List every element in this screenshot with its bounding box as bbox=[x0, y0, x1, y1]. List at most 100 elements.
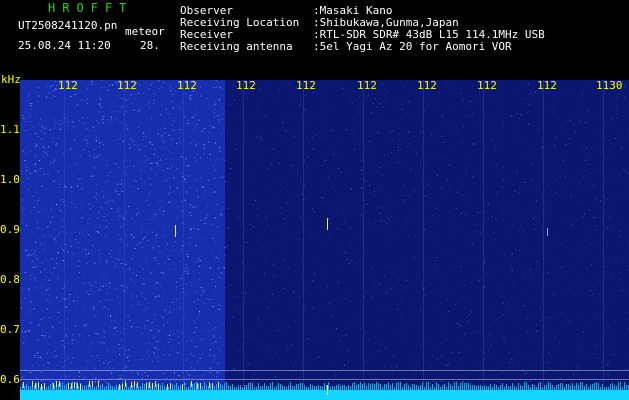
noise-floor-spike bbox=[508, 386, 509, 390]
noise-floor-spike bbox=[174, 385, 175, 390]
noise-floor-spike bbox=[432, 384, 433, 390]
noise-floor-spike bbox=[554, 387, 555, 390]
noise-floor-spike bbox=[544, 385, 545, 390]
noise-floor-spike bbox=[442, 385, 443, 390]
noise-floor-spike bbox=[580, 382, 581, 390]
noise-floor-spike bbox=[126, 383, 127, 390]
noise-floor-spike bbox=[520, 385, 521, 390]
noise-floor-spike bbox=[360, 382, 361, 390]
noise-floor-spike bbox=[486, 386, 487, 390]
noise-floor-spike bbox=[334, 386, 335, 390]
noise-floor-spike bbox=[456, 382, 457, 390]
noise-floor-spike bbox=[288, 385, 289, 390]
noise-floor-spike bbox=[444, 384, 445, 390]
noise-floor-spike bbox=[556, 385, 557, 390]
noise-floor-spike bbox=[352, 383, 353, 390]
noise-floor-spike bbox=[112, 386, 113, 390]
noise-floor-spike bbox=[120, 385, 121, 390]
noise-floor-spike bbox=[150, 386, 151, 390]
noise-floor-spike bbox=[434, 387, 435, 390]
floor-marker bbox=[41, 384, 42, 390]
noise-floor-spike bbox=[370, 384, 371, 390]
noise-floor-spike bbox=[306, 387, 307, 390]
noise-floor-spike bbox=[460, 383, 461, 390]
noise-floor-spike bbox=[546, 385, 547, 390]
floor-marker bbox=[131, 382, 132, 388]
noise-floor-spike bbox=[494, 384, 495, 390]
noise-floor-spike bbox=[230, 386, 231, 390]
noise-floor-spike bbox=[64, 385, 65, 390]
noise-floor-spike bbox=[292, 386, 293, 390]
noise-floor-spike bbox=[570, 385, 571, 390]
noise-floor-spike bbox=[260, 386, 261, 390]
floor-marker bbox=[218, 382, 219, 388]
noise-floor-spike bbox=[480, 385, 481, 390]
noise-floor-spike bbox=[384, 384, 385, 390]
noise-floor-spike bbox=[344, 385, 345, 390]
noise-floor-spike bbox=[454, 382, 455, 390]
noise-floor-spike bbox=[102, 384, 103, 390]
noise-floor-spike bbox=[414, 384, 415, 390]
noise-floor-spike bbox=[472, 385, 473, 390]
y-tick-label: 1.1 bbox=[0, 123, 20, 136]
floor-marker bbox=[92, 381, 93, 387]
floor-marker bbox=[158, 384, 159, 390]
noise-floor-spike bbox=[282, 385, 283, 390]
floor-marker bbox=[35, 383, 36, 389]
noise-floor-spike bbox=[106, 386, 107, 390]
noise-floor-spike bbox=[390, 385, 391, 390]
noise-floor-spike bbox=[26, 384, 27, 390]
noise-floor-spike bbox=[268, 386, 269, 390]
noise-floor-spike bbox=[550, 383, 551, 390]
noise-floor-spike bbox=[510, 386, 511, 390]
count: 28. bbox=[140, 39, 160, 52]
noise-floor-spike bbox=[196, 382, 197, 390]
noise-floor-spike bbox=[178, 387, 179, 390]
noise-floor-spike bbox=[366, 386, 367, 390]
noise-floor-spike bbox=[322, 386, 323, 390]
noise-floor-band bbox=[20, 390, 629, 400]
noise-floor-spike bbox=[154, 386, 155, 390]
noise-floor-spike bbox=[314, 386, 315, 390]
noise-floor-spike bbox=[320, 386, 321, 390]
vertical-streak bbox=[363, 80, 364, 385]
floor-marker bbox=[119, 384, 120, 390]
noise-floor-spike bbox=[490, 384, 491, 390]
noise-floor-spike bbox=[396, 383, 397, 390]
noise-floor-spike bbox=[234, 387, 235, 390]
vertical-streak bbox=[183, 80, 184, 385]
x-tick-label: 112 bbox=[477, 79, 497, 92]
noise-floor-spike bbox=[266, 386, 267, 390]
noise-floor-spike bbox=[304, 385, 305, 390]
floor-marker bbox=[59, 381, 60, 387]
antenna-label: Receiving antenna bbox=[180, 40, 293, 53]
noise-floor-spike bbox=[86, 385, 87, 390]
noise-floor-spike bbox=[392, 383, 393, 390]
noise-floor-spike bbox=[356, 385, 357, 390]
noise-floor-spike bbox=[368, 383, 369, 390]
vertical-streak bbox=[483, 80, 484, 385]
noise-floor-spike bbox=[32, 387, 33, 390]
x-tick-label: 112 bbox=[58, 79, 78, 92]
noise-floor-spike bbox=[208, 386, 209, 390]
noise-floor-spike bbox=[316, 386, 317, 390]
noise-floor-spike bbox=[372, 383, 373, 390]
noise-floor-spike bbox=[340, 386, 341, 390]
noise-floor-spike bbox=[364, 383, 365, 390]
noise-floor-spike bbox=[84, 386, 85, 390]
noise-floor-spike bbox=[214, 386, 215, 390]
signal-ping bbox=[327, 218, 328, 230]
noise-floor-spike bbox=[188, 387, 189, 390]
noise-floor-spike bbox=[82, 385, 83, 390]
y-tick-label: 0.6 bbox=[0, 373, 20, 386]
noise-floor-spike bbox=[270, 383, 271, 390]
noise-floor-spike bbox=[408, 385, 409, 390]
noise-floor-spike bbox=[278, 383, 279, 390]
noise-floor-spike bbox=[498, 387, 499, 390]
noise-floor-spike bbox=[412, 384, 413, 390]
noise-floor-spike bbox=[536, 387, 537, 390]
noise-floor-spike bbox=[488, 386, 489, 390]
noise-floor-spike bbox=[250, 382, 251, 390]
y-axis-unit: kHz bbox=[1, 73, 21, 86]
floor-marker bbox=[327, 385, 328, 395]
